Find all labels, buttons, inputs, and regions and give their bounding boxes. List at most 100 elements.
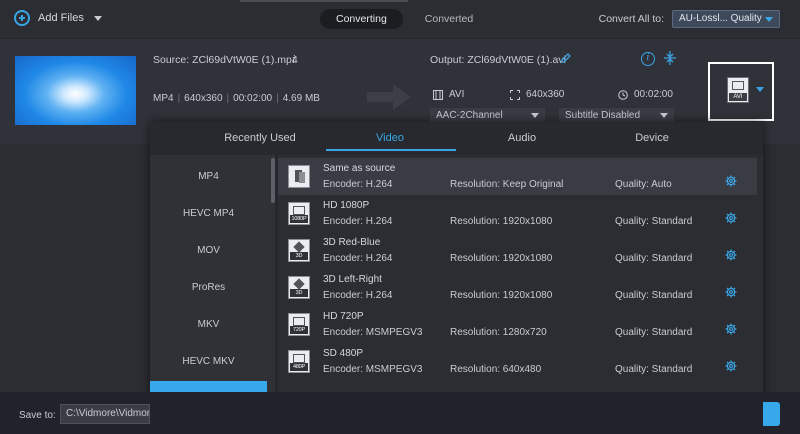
gear-icon[interactable]	[725, 323, 737, 335]
tab-converted[interactable]: Converted	[409, 9, 489, 29]
convert-all-group: Convert All to: AU-Lossl... Quality	[599, 10, 780, 28]
cube-icon: 3D	[288, 239, 310, 262]
output-duration-group: 00:02:00	[618, 89, 673, 100]
info-circle-icon[interactable]: i	[641, 52, 655, 66]
split-icon[interactable]	[664, 51, 676, 65]
preset-encoder: Encoder: MSMPEGV3	[323, 327, 423, 338]
add-files-button[interactable]: Add Files	[14, 10, 102, 26]
audio-track-value: AAC-2Channel	[436, 110, 503, 121]
preset-row[interactable]: 480P SD 480P Encoder: MSMPEGV3 Resolutio…	[278, 343, 757, 380]
convert-all-button[interactable]	[763, 402, 780, 426]
preset-encoder: Encoder: H.264	[323, 253, 393, 264]
preset-title: HD 1080P	[323, 200, 370, 211]
cube-icon: 3D	[288, 276, 310, 299]
preset-resolution: Resolution: 1920x1080	[450, 290, 553, 301]
source-resolution: 640x360	[184, 93, 223, 104]
output-filename: Output: ZCl69dVtW0E (1).avi	[430, 54, 566, 66]
convert-all-value: AU-Lossl... Quality	[679, 13, 762, 24]
active-tab-indicator	[326, 149, 456, 151]
top-divider	[240, 0, 408, 2]
source-size: 4.69 MB	[282, 93, 320, 104]
tab-recently-used[interactable]: Recently Used	[210, 132, 310, 144]
film-icon	[732, 81, 744, 90]
preset-row[interactable]: 3D 3D Red-Blue Encoder: H.264 Resolution…	[278, 232, 757, 269]
output-format-button[interactable]: AVI	[708, 62, 774, 121]
chevron-down-icon[interactable]	[756, 87, 764, 92]
save-to-label: Save to:	[19, 410, 56, 421]
format-item-hevc-mkv[interactable]: HEVC MKV	[150, 343, 267, 380]
preset-quality: Quality: Standard	[615, 216, 693, 227]
preset-resolution: Resolution: 1920x1080	[450, 216, 553, 227]
preset-resolution: Resolution: 1920x1080	[450, 253, 553, 264]
save-path-field[interactable]: C:\Vidmore\Vidmor	[60, 404, 150, 424]
preset-title: 3D Left-Right	[323, 274, 382, 285]
edit-icon[interactable]	[560, 52, 572, 64]
format-list-scrollbar[interactable]	[271, 158, 275, 203]
gear-icon[interactable]	[725, 249, 737, 261]
preset-title: HD 720P	[323, 311, 364, 322]
format-item-mkv[interactable]: MKV	[150, 306, 267, 343]
preset-row[interactable]: 1080P HD 1080P Encoder: H.264 Resolution…	[278, 195, 757, 232]
add-files-label: Add Files	[38, 12, 84, 24]
preset-title: Same as source	[323, 163, 396, 174]
chevron-down-icon	[765, 17, 773, 22]
gear-icon[interactable]	[725, 360, 737, 372]
tab-device[interactable]: Device	[602, 132, 702, 144]
tab-video[interactable]: Video	[340, 132, 440, 144]
divider: |	[177, 93, 181, 104]
preset-quality: Quality: Standard	[615, 364, 693, 375]
preset-badge: 3D	[290, 252, 308, 260]
preset-resolution: Resolution: 640x480	[450, 364, 542, 375]
video-thumbnail[interactable]	[15, 56, 136, 125]
chevron-down-icon[interactable]	[93, 15, 102, 21]
chevron-down-icon	[531, 113, 539, 118]
source-filename: Source: ZCl69dVtW0E (1).mp4	[153, 54, 298, 66]
main-tabs: Converting Converted	[320, 9, 489, 29]
format-item-hevc-mp4[interactable]: HEVC MP4	[150, 195, 267, 232]
convert-all-select[interactable]: AU-Lossl... Quality	[672, 10, 780, 28]
bottom-bar: Save to: C:\Vidmore\Vidmor	[0, 392, 800, 434]
preset-row[interactable]: 720P HD 720P Encoder: MSMPEGV3 Resolutio…	[278, 306, 757, 343]
preset-resolution: Resolution: Keep Original	[450, 179, 564, 190]
format-badge-label: AVI	[729, 93, 747, 101]
gear-icon[interactable]	[725, 175, 737, 187]
tab-converting[interactable]: Converting	[320, 9, 403, 29]
preset-badge: 480P	[290, 363, 308, 371]
source-format: MP4	[153, 93, 174, 104]
gear-icon[interactable]	[725, 286, 737, 298]
preset-title: 3D Red-Blue	[323, 237, 381, 248]
top-bar: Add Files Converting Converted Convert A…	[0, 0, 800, 38]
preset-quality: Quality: Standard	[615, 253, 693, 264]
preset-encoder: Encoder: H.264	[323, 290, 393, 301]
avi-file-icon: AVI	[727, 77, 749, 103]
format-item-mp4[interactable]: MP4	[150, 158, 267, 195]
format-item-mov[interactable]: MOV	[150, 232, 267, 269]
convert-all-label: Convert All to:	[598, 13, 664, 25]
preset-row[interactable]: 3D 3D Left-Right Encoder: H.264 Resoluti…	[278, 269, 757, 306]
film-icon	[433, 89, 443, 100]
source-meta: MP4 | 640x360 | 00:02:00 | 4.69 MB	[153, 93, 320, 104]
preset-badge: 720P	[290, 326, 308, 334]
output-format: AVI	[449, 89, 465, 100]
preset-encoder: Encoder: H.264	[323, 216, 393, 227]
clock-icon	[618, 89, 628, 100]
copy-icon	[288, 165, 310, 188]
format-category-tabs: Recently Used Video Audio Device	[150, 122, 763, 155]
format-item-prores[interactable]: ProRes	[150, 269, 267, 306]
preset-row[interactable]: Same as source Encoder: H.264 Resolution…	[278, 158, 757, 195]
divider: |	[276, 93, 279, 104]
preset-quality: Quality: Standard	[615, 290, 693, 301]
source-duration: 00:02:00	[233, 93, 273, 104]
divider: |	[226, 93, 230, 104]
film-icon: 1080P	[288, 202, 310, 225]
gear-icon[interactable]	[725, 212, 737, 224]
preset-resolution: Resolution: 1280x720	[450, 327, 547, 338]
info-icon[interactable]: i	[292, 53, 296, 66]
output-duration: 00:02:00	[634, 89, 673, 100]
output-format-group: AVI	[433, 89, 464, 100]
preset-quality: Quality: Standard	[615, 327, 693, 338]
output-resolution-group: 640x360	[510, 89, 564, 100]
preset-badge: 3D	[290, 289, 308, 297]
tab-audio[interactable]: Audio	[472, 132, 572, 144]
preset-encoder: Encoder: H.264	[323, 179, 393, 190]
